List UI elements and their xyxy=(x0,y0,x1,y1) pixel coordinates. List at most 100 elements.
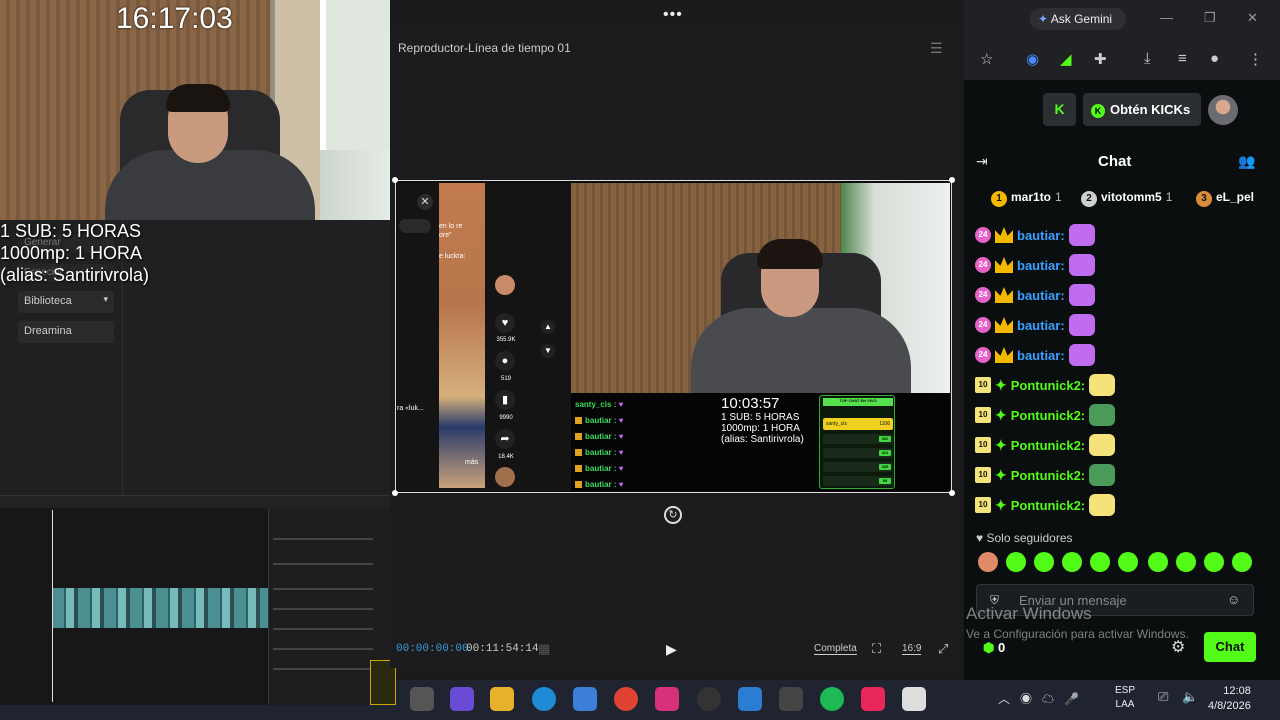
sub-badge: 24 xyxy=(975,347,991,363)
users-icon[interactable]: 👥 xyxy=(1238,153,1255,170)
comment-count: 519 xyxy=(500,376,511,382)
emote-icon[interactable] xyxy=(1034,552,1054,572)
emote-icon[interactable] xyxy=(1148,552,1168,572)
taskbar-date: 4/8/2026 xyxy=(1208,700,1251,712)
emote-icon[interactable] xyxy=(1176,552,1196,572)
comment-icon[interactable]: ● xyxy=(495,351,515,371)
stream-chat-line: bautiar : ♥ xyxy=(575,432,624,441)
avatar[interactable] xyxy=(495,275,515,295)
gemini-icon: ✦ xyxy=(1038,12,1049,26)
share-icon[interactable]: ➦ xyxy=(495,429,515,449)
collapse-chat-icon[interactable]: ⇥ xyxy=(976,153,988,170)
star-icon[interactable]: ☆ xyxy=(980,50,993,68)
chevron-down-icon[interactable]: ▼ xyxy=(541,344,555,358)
app-icon[interactable] xyxy=(697,687,721,711)
top-chat-value: 402 xyxy=(879,436,891,442)
chat-username[interactable]: bautiar: xyxy=(1017,288,1065,303)
sound-avatar[interactable] xyxy=(495,467,515,487)
lang-code: ESP xyxy=(1115,685,1136,696)
file-explorer-icon[interactable] xyxy=(490,687,514,711)
grid-icon[interactable]: ▦ xyxy=(538,641,550,657)
puzzle-icon[interactable]: ✚ xyxy=(1094,50,1107,68)
tiktok-icon[interactable] xyxy=(861,687,885,711)
emote-icon[interactable] xyxy=(1062,552,1082,572)
download-icon[interactable]: ⤓ xyxy=(1144,50,1151,67)
playlist-icon[interactable]: ≡ xyxy=(1178,50,1187,67)
play-button[interactable]: ▶ xyxy=(666,641,677,658)
gear-icon[interactable]: ⚙ xyxy=(1171,637,1185,657)
emote-icon[interactable] xyxy=(1090,552,1110,572)
network-icon[interactable]: ⎚ xyxy=(1158,689,1168,705)
taskbar-clock[interactable]: 12:08 4/8/2026 xyxy=(1208,684,1251,714)
chat-username[interactable]: Pontunick2: xyxy=(1011,378,1085,393)
m365-icon[interactable] xyxy=(450,687,474,711)
sidebar-item-biblioteca[interactable]: Biblioteca ▾ xyxy=(18,291,114,313)
focus-icon[interactable]: ⛶ xyxy=(872,641,881,657)
signal-icon[interactable]: ◢ xyxy=(1060,50,1072,68)
chrome-icon[interactable] xyxy=(614,687,638,711)
minimize-icon[interactable]: — xyxy=(1160,10,1173,25)
sync-icon[interactable]: ↻ xyxy=(664,506,682,524)
chat-username[interactable]: bautiar: xyxy=(1017,228,1065,243)
emote-icon[interactable] xyxy=(1118,552,1138,572)
bookmark-icon[interactable]: ▮ xyxy=(495,390,515,410)
capcut-icon[interactable] xyxy=(902,687,926,711)
followers-only-label: Solo seguidores xyxy=(986,531,1073,545)
emote-icon[interactable] xyxy=(1232,552,1252,572)
chat-username[interactable]: Pontunick2: xyxy=(1011,498,1085,513)
sparkle-icon: ✦ xyxy=(995,496,1007,513)
spotify-icon[interactable] xyxy=(820,687,844,711)
instagram-icon[interactable] xyxy=(655,687,679,711)
emote-icon[interactable] xyxy=(1006,552,1026,572)
more-options-icon[interactable]: ••• xyxy=(663,6,683,24)
followers-only-notice: ♥ Solo seguidores xyxy=(976,531,1073,545)
top-chat-title: TOP CHAT EN VIVO xyxy=(823,398,893,406)
chat-username[interactable]: Pontunick2: xyxy=(1011,438,1085,453)
emote-icon[interactable] xyxy=(1204,552,1224,572)
gifter-3[interactable]: 3 eL_pel xyxy=(1196,190,1254,207)
chat-username[interactable]: Pontunick2: xyxy=(1011,408,1085,423)
ratio-select[interactable]: 16:9 xyxy=(902,643,922,655)
chat-username[interactable]: bautiar: xyxy=(1017,348,1065,363)
heart-icon[interactable]: ♥ xyxy=(495,313,515,333)
taskbar-time: 12:08 xyxy=(1223,685,1251,697)
editor-thumbnail xyxy=(0,495,396,706)
property-row xyxy=(273,608,373,610)
obs-icon[interactable] xyxy=(779,687,803,711)
send-chat-button[interactable]: Chat xyxy=(1204,632,1256,662)
sidebar-item-dreamina[interactable]: Dreamina xyxy=(18,321,114,343)
volume-icon[interactable]: 🔈 xyxy=(1182,689,1198,705)
system-tray[interactable]: ︿ ◉ ☁ 🎤 xyxy=(998,690,1079,707)
extension-icon[interactable]: ◉ xyxy=(1026,50,1039,68)
task-view-icon[interactable] xyxy=(410,687,434,711)
gifter-2[interactable]: 2 vitotomm5 1 xyxy=(1081,190,1172,207)
sidebar-item-label: Biblioteca xyxy=(24,295,72,307)
get-kicks-button[interactable]: K Obtén KICKs xyxy=(1083,93,1201,126)
ask-gemini-button[interactable]: ✦ Ask Gemini xyxy=(1030,8,1126,30)
quality-select[interactable]: Completa xyxy=(814,643,857,655)
gifter-1[interactable]: 1 mar1to 1 xyxy=(991,190,1062,207)
kebab-menu-icon[interactable]: ⋮ xyxy=(1248,50,1263,68)
store-icon[interactable] xyxy=(573,687,597,711)
menu-icon[interactable]: ☰ xyxy=(930,40,943,57)
edge-icon[interactable] xyxy=(532,687,556,711)
activation-watermark-title: Activar Windows xyxy=(966,604,1092,623)
kick-logo-icon[interactable]: K xyxy=(1043,93,1076,126)
chat-username[interactable]: Pontunick2: xyxy=(1011,468,1085,483)
close-icon[interactable]: ✕ xyxy=(417,194,433,210)
property-row xyxy=(273,588,373,590)
profile-icon[interactable]: ● xyxy=(1210,50,1219,67)
tiktok-more[interactable]: más xyxy=(465,459,478,466)
chat-username[interactable]: bautiar: xyxy=(1017,318,1065,333)
property-row xyxy=(273,668,373,670)
emote-icon[interactable] xyxy=(978,552,998,572)
avatar[interactable] xyxy=(1208,95,1238,125)
restore-icon[interactable]: ❐ xyxy=(1204,10,1216,26)
language-indicator[interactable]: ESP LAA xyxy=(1115,684,1135,712)
vscode-icon[interactable] xyxy=(738,687,762,711)
chat-username[interactable]: bautiar: xyxy=(1017,258,1065,273)
close-icon[interactable]: ✕ xyxy=(1247,10,1258,26)
chevron-up-icon[interactable]: ▲ xyxy=(541,320,555,334)
fullscreen-icon[interactable]: ⤢ xyxy=(938,641,948,657)
emoji-icon[interactable]: ☺ xyxy=(1227,592,1240,607)
